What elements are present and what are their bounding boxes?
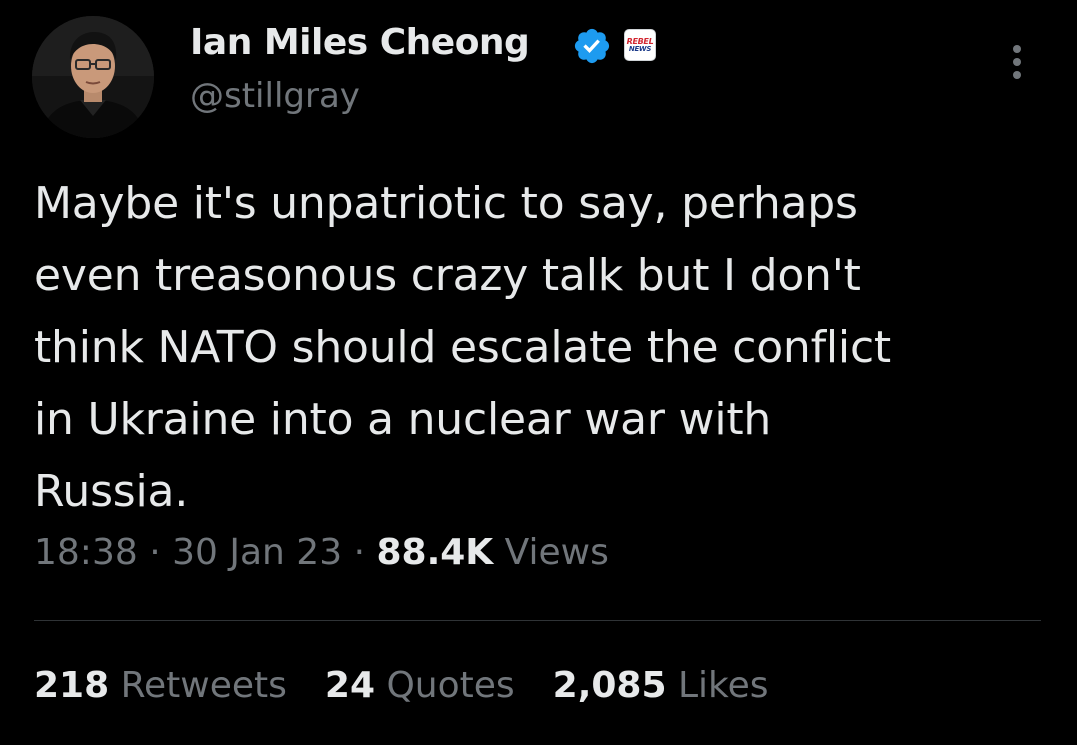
- avatar[interactable]: [32, 16, 154, 138]
- author-display-name[interactable]: Ian Miles Cheong: [190, 22, 530, 63]
- quotes-count: 24: [324, 665, 375, 706]
- views-label: Views: [504, 532, 609, 573]
- views-count: 88.4K: [376, 532, 494, 573]
- affiliation-badge[interactable]: REBEL NEWS: [624, 29, 656, 61]
- avatar-photo: [32, 16, 154, 138]
- quotes-label: Quotes: [386, 665, 515, 706]
- verified-check-icon[interactable]: [572, 26, 612, 66]
- tweet-meta: 18:38 · 30 Jan 23 · 88.4K Views: [34, 532, 609, 573]
- tweet-text: Maybe it's unpatriotic to say, perhaps e…: [34, 178, 891, 517]
- likes-count: 2,085: [552, 665, 667, 706]
- likes-stat[interactable]: 2,085 Likes: [553, 665, 769, 706]
- tweet-date[interactable]: 30 Jan 23: [172, 532, 342, 573]
- more-vertical-icon[interactable]: [1002, 42, 1032, 82]
- quotes-stat[interactable]: 24 Quotes: [325, 665, 515, 706]
- likes-label: Likes: [677, 665, 769, 706]
- retweets-stat[interactable]: 218 Retweets: [34, 665, 287, 706]
- author-handle[interactable]: @stillgray: [190, 76, 360, 116]
- meta-separator: ·: [353, 532, 366, 573]
- retweets-label: Retweets: [120, 665, 287, 706]
- tweet-time[interactable]: 18:38: [34, 532, 138, 573]
- engagement-stats: 218 Retweets 24 Quotes 2,085 Likes: [34, 665, 769, 706]
- retweets-count: 218: [34, 665, 110, 706]
- divider: [34, 620, 1041, 621]
- affiliation-badge-line2: NEWS: [628, 44, 652, 53]
- meta-separator: ·: [149, 532, 161, 573]
